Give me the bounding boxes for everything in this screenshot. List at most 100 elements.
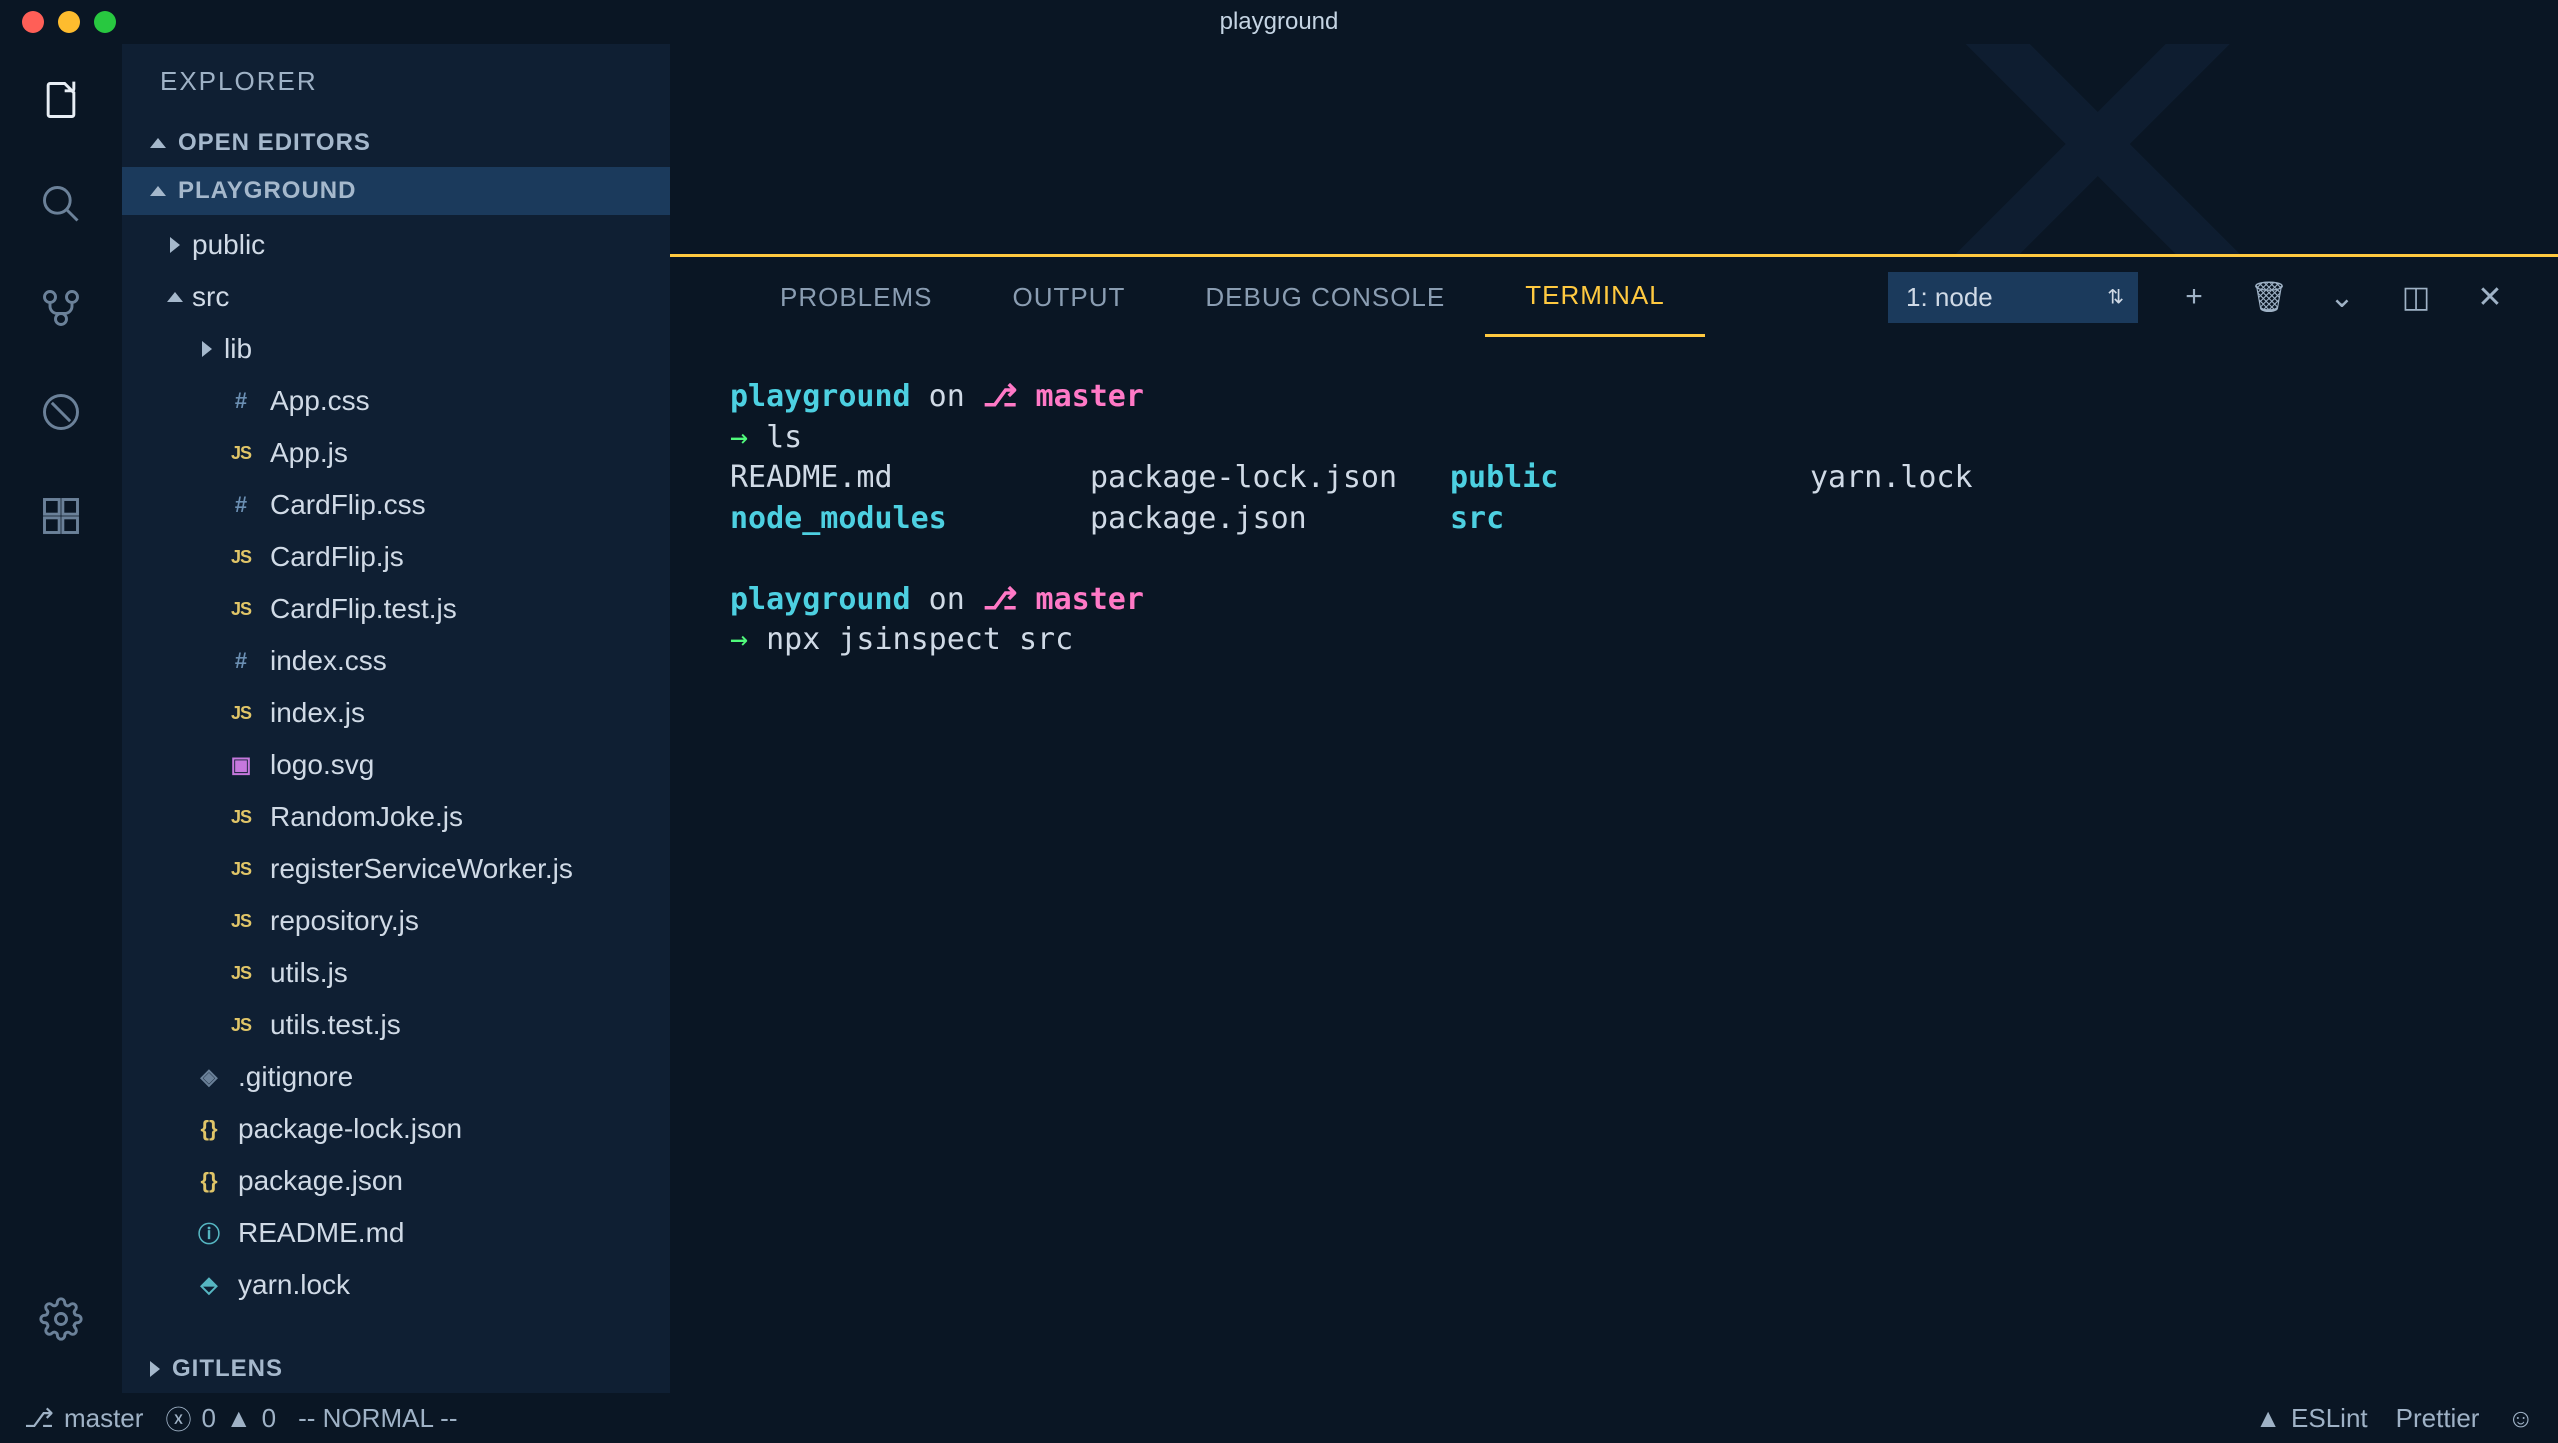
prompt-branch: master <box>1017 582 1143 617</box>
file-css-icon: # <box>224 648 258 674</box>
settings-gear-icon[interactable] <box>37 1295 85 1343</box>
ls-item: node_modules <box>730 499 1090 540</box>
tree-item-label: App.css <box>270 385 370 417</box>
workspace-section[interactable]: PLAYGROUND <box>122 167 670 215</box>
terminal-selector-label: 1: node <box>1888 272 2138 323</box>
file-svg-icon: ▣ <box>224 752 258 778</box>
prompt-arrow-icon: → <box>730 420 766 455</box>
titlebar: playground <box>0 0 2558 44</box>
tree-file[interactable]: ▣logo.svg <box>122 739 670 791</box>
window-close-button[interactable] <box>22 11 44 33</box>
window-minimize-button[interactable] <box>58 11 80 33</box>
tree-file[interactable]: JS App.js <box>122 427 670 479</box>
file-js-icon: JS <box>224 859 258 880</box>
tree-file[interactable]: JSutils.test.js <box>122 999 670 1051</box>
debug-icon[interactable] <box>37 388 85 436</box>
editor-area: PROBLEMS OUTPUT DEBUG CONSOLE TERMINAL 1… <box>670 44 2558 1393</box>
error-icon: ⓧ <box>165 1400 191 1437</box>
panel-actions: 1: node ⇅ + 🗑 ⌄ ◫ ✕ <box>1888 272 2508 323</box>
tree-file[interactable]: JSutils.js <box>122 947 670 999</box>
tree-item-label: lib <box>224 333 252 365</box>
terminal-line: playground on ⎇ master <box>730 580 2498 621</box>
terminal-line: → npx jsinspect src <box>730 620 2498 661</box>
explorer-icon[interactable] <box>37 76 85 124</box>
file-js-icon: JS <box>224 443 258 464</box>
tree-file[interactable]: JSCardFlip.test.js <box>122 583 670 635</box>
tree-file[interactable]: # index.css <box>122 635 670 687</box>
status-problems[interactable]: ⓧ 0 ▲ 0 <box>165 1400 276 1437</box>
tree-item-label: src <box>192 281 229 313</box>
tree-file[interactable]: JSrepository.js <box>122 895 670 947</box>
ls-item: public <box>1450 458 1810 499</box>
warning-icon: ▲ <box>226 1403 252 1434</box>
tree-file[interactable]: {}package-lock.json <box>122 1103 670 1155</box>
branch-icon: ⎇ <box>24 1403 54 1434</box>
prompt-dir: playground <box>730 582 911 617</box>
prompt-on: on <box>911 582 983 617</box>
tree-file[interactable]: JSregisterServiceWorker.js <box>122 843 670 895</box>
split-panel-icon[interactable]: ◫ <box>2398 280 2434 315</box>
ls-item: src <box>1450 499 1810 540</box>
tree-file[interactable]: {}package.json <box>122 1155 670 1207</box>
tree-item-label: index.js <box>270 697 365 729</box>
status-branch[interactable]: ⎇ master <box>24 1403 143 1434</box>
chevron-down-icon <box>167 292 183 302</box>
status-branch-name: master <box>64 1403 143 1434</box>
terminal-line: playground on ⎇ master <box>730 377 2498 418</box>
tree-file[interactable]: ⓘREADME.md <box>122 1207 670 1259</box>
file-js-icon: JS <box>224 547 258 568</box>
tree-item-label: index.css <box>270 645 387 677</box>
status-eslint[interactable]: ▲ ESLint <box>2255 1403 2367 1434</box>
file-lock-icon: ⬘ <box>192 1272 226 1298</box>
tree-folder[interactable]: lib <box>122 323 670 375</box>
status-prettier[interactable]: Prettier <box>2396 1403 2480 1434</box>
tree-file[interactable]: ⬘yarn.lock <box>122 1259 670 1311</box>
file-js-icon: JS <box>224 911 258 932</box>
chevron-down-icon <box>150 186 166 196</box>
tree-item-label: App.js <box>270 437 348 469</box>
terminal-line: → ls <box>730 418 2498 459</box>
tab-terminal[interactable]: TERMINAL <box>1485 257 1704 337</box>
status-eslint-label: ESLint <box>2291 1403 2368 1434</box>
chevron-down-icon[interactable]: ⌄ <box>2324 280 2360 315</box>
explorer-sidebar: EXPLORER OPEN EDITORS PLAYGROUND publics… <box>122 44 670 1393</box>
ls-output: README.md package-lock.json public yarn.… <box>730 458 2498 539</box>
tree-item-label: utils.js <box>270 957 348 989</box>
status-bar: ⎇ master ⓧ 0 ▲ 0 -- NORMAL -- ▲ ESLint P… <box>0 1393 2558 1443</box>
tree-file[interactable]: JSRandomJoke.js <box>122 791 670 843</box>
new-terminal-icon[interactable]: + <box>2176 280 2212 314</box>
open-editors-section[interactable]: OPEN EDITORS <box>122 119 670 167</box>
tree-file[interactable]: #CardFlip.css <box>122 479 670 531</box>
tree-file[interactable]: JSindex.js <box>122 687 670 739</box>
tab-debug-console[interactable]: DEBUG CONSOLE <box>1165 257 1485 337</box>
extensions-icon[interactable] <box>37 492 85 540</box>
tree-file[interactable]: JSCardFlip.js <box>122 531 670 583</box>
file-tree[interactable]: publicsrclib#App.cssJSApp.js#CardFlip.cs… <box>122 215 670 1345</box>
tree-folder[interactable]: public <box>122 219 670 271</box>
activity-bar <box>0 44 122 1393</box>
chevron-down-icon <box>150 138 166 148</box>
tree-item-label: package.json <box>238 1165 403 1197</box>
search-icon[interactable] <box>37 180 85 228</box>
tree-folder[interactable]: src <box>122 271 670 323</box>
feedback-smiley-icon[interactable]: ☺ <box>2507 1403 2534 1434</box>
gitlens-label: GITLENS <box>172 1355 283 1383</box>
kill-terminal-icon[interactable]: 🗑 <box>2250 280 2286 315</box>
tree-item-label: CardFlip.css <box>270 489 426 521</box>
source-control-icon[interactable] <box>37 284 85 332</box>
file-git-icon: ◈ <box>192 1064 226 1090</box>
editor-empty-bg <box>670 44 2558 254</box>
window-maximize-button[interactable] <box>94 11 116 33</box>
tab-problems[interactable]: PROBLEMS <box>740 257 973 337</box>
terminal-output[interactable]: playground on ⎇ master → ls README.md pa… <box>670 337 2558 1393</box>
close-panel-icon[interactable]: ✕ <box>2472 280 2508 315</box>
terminal-selector[interactable]: 1: node ⇅ <box>1888 272 2138 323</box>
tab-output[interactable]: OUTPUT <box>973 257 1166 337</box>
tree-file[interactable]: ◈ .gitignore <box>122 1051 670 1103</box>
prompt-dir: playground <box>730 379 911 414</box>
tree-item-label: public <box>192 229 265 261</box>
tree-item-label: .gitignore <box>238 1061 353 1093</box>
panel-tabs: PROBLEMS OUTPUT DEBUG CONSOLE TERMINAL 1… <box>670 257 2558 337</box>
gitlens-section[interactable]: GITLENS <box>122 1345 670 1393</box>
tree-file[interactable]: #App.css <box>122 375 670 427</box>
